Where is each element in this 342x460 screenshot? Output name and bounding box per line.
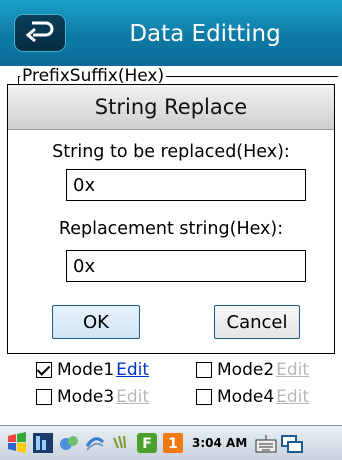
mode1-checkbox[interactable]	[36, 362, 52, 378]
window-switch-icon[interactable]	[281, 432, 304, 454]
ok-button[interactable]: OK	[52, 305, 140, 339]
group-label: PrefixSuffix(Hex)	[20, 66, 167, 86]
taskbar: F 1 3:04 AM	[0, 425, 342, 460]
dialog-title: String Replace	[8, 85, 334, 130]
mode4-row[interactable]: Mode4 Edit	[196, 387, 309, 407]
find-input[interactable]	[66, 169, 306, 201]
mode1-label: Mode1	[57, 360, 115, 380]
back-arrow-icon	[24, 18, 56, 48]
network-icon[interactable]	[58, 432, 80, 454]
windows-flag-icon[interactable]	[6, 432, 28, 454]
back-button[interactable]	[14, 14, 66, 52]
svg-text:F: F	[142, 436, 152, 452]
f-app-icon[interactable]: F	[136, 432, 158, 454]
mode2-row[interactable]: Mode2 Edit	[196, 360, 309, 380]
mode1-row[interactable]: Mode1 Edit	[36, 360, 149, 380]
mode3-row[interactable]: Mode3 Edit	[36, 387, 149, 407]
string-replace-dialog: String Replace String to be replaced(Hex…	[8, 85, 334, 353]
mode2-checkbox[interactable]	[196, 362, 212, 378]
keyboard-icon[interactable]	[255, 432, 277, 454]
mode3-checkbox[interactable]	[36, 389, 52, 405]
mode2-edit-link: Edit	[276, 360, 310, 380]
app-title: Data Editting	[129, 21, 281, 47]
mode4-checkbox[interactable]	[196, 389, 212, 405]
mode1-edit-link[interactable]: Edit	[116, 360, 149, 380]
mode3-label: Mode3	[57, 387, 115, 407]
replace-label: Replacement string(Hex):	[58, 219, 284, 239]
app-icon[interactable]	[32, 432, 54, 454]
mode2-label: Mode2	[217, 360, 275, 380]
title-bar: Data Editting	[0, 0, 342, 66]
wifi-icon[interactable]	[110, 432, 132, 454]
clock[interactable]: 3:04 AM	[192, 436, 247, 450]
mode4-label: Mode4	[217, 387, 275, 407]
mode3-edit-link: Edit	[116, 387, 150, 407]
badge-count: 1	[168, 436, 178, 452]
notification-badge-icon[interactable]: 1	[162, 432, 184, 454]
cancel-button[interactable]: Cancel	[214, 305, 300, 339]
bluetooth-icon[interactable]	[84, 432, 106, 454]
replace-input[interactable]	[66, 250, 306, 282]
find-label: String to be replaced(Hex):	[52, 142, 290, 162]
mode4-edit-link: Edit	[276, 387, 310, 407]
